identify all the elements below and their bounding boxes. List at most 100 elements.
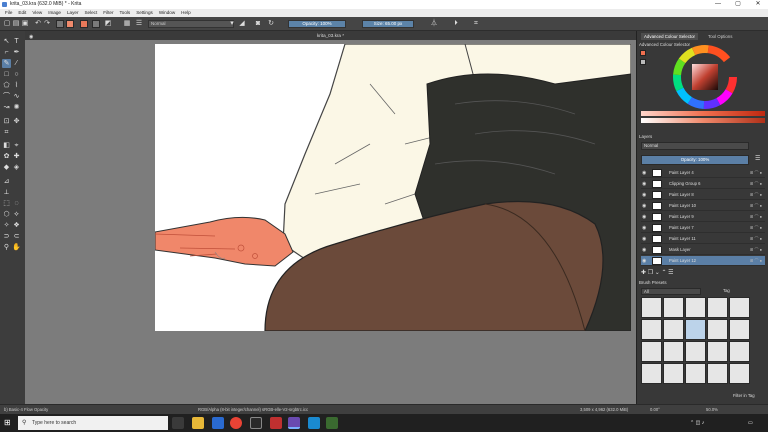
line-tool-icon[interactable]: ⁄ [12, 59, 21, 68]
foreground-color-swatch[interactable] [80, 20, 88, 28]
brush-preset-tile[interactable] [685, 341, 706, 362]
brush-preset-tile[interactable] [729, 319, 750, 340]
freehand-select-tool-icon[interactable]: ⟡ [12, 210, 21, 219]
menu-help[interactable]: Help [178, 9, 193, 17]
layer-row[interactable]: ◉ Paint Layer 11 ⊞ ⌒ ● [641, 234, 765, 244]
add-layer-icon[interactable]: ✚ [641, 270, 646, 276]
layer-properties-icon[interactable]: ☰ [668, 270, 673, 276]
menu-filter[interactable]: Filter [100, 9, 116, 17]
menu-layer[interactable]: Layer [64, 9, 82, 17]
menu-edit[interactable]: Edit [15, 9, 29, 17]
layer-flags-icon[interactable]: ⊞ ⌒ ● [750, 245, 762, 255]
color-picker-tool-icon[interactable]: ⌖ [12, 141, 21, 150]
layer-row[interactable]: ◉ Paint Layer 10 ⊞ ⌒ ● [641, 201, 765, 211]
layer-row[interactable]: ◉ Paint Layer 4 ⊞ ⌒ ● [641, 168, 765, 178]
layer-row[interactable]: ◉ Paint Layer 7 ⊞ ⌒ ● [641, 223, 765, 233]
layer-blend-mode-dropdown[interactable]: Normal [641, 142, 749, 150]
text-tool-icon[interactable]: T [12, 37, 21, 46]
brush-preset-tile[interactable] [663, 341, 684, 362]
menu-select[interactable]: Select [81, 9, 100, 17]
rect-select-tool-icon[interactable]: ⬚ [2, 199, 11, 208]
menu-image[interactable]: Image [45, 9, 64, 17]
layer-options-icon[interactable]: ☰ [755, 155, 760, 162]
brush-preset-tile[interactable] [707, 297, 728, 318]
new-document-icon[interactable]: ▢ [3, 20, 11, 28]
crop-tool-icon[interactable]: ⌗ [2, 128, 11, 137]
layer-row[interactable]: ◉ Paint Layer 9 ⊞ ⌒ ● [641, 212, 765, 222]
eye-icon[interactable]: ◉ [642, 201, 646, 211]
tab-tool-options[interactable]: Tool Options [705, 33, 735, 40]
brush-preset-tile[interactable] [729, 363, 750, 384]
app-red-icon[interactable] [270, 417, 282, 429]
contiguous-select-tool-icon[interactable]: ✧ [2, 221, 11, 230]
layer-flags-icon[interactable]: ⊞ ⌒ ● [750, 234, 762, 244]
ellipse-tool-icon[interactable]: ○ [12, 70, 21, 79]
layer-row[interactable]: ◉ Paint Layer 8 ⊞ ⌒ ● [641, 190, 765, 200]
brush-preset-tile[interactable] [729, 297, 750, 318]
freehand-path-tool-icon[interactable]: ∿ [12, 92, 21, 101]
menu-view[interactable]: View [29, 9, 45, 17]
menu-window[interactable]: Window [156, 9, 178, 17]
brush-preset-tile[interactable] [641, 297, 662, 318]
swap-colors-icon[interactable]: ◩ [104, 20, 112, 28]
eye-icon[interactable]: ◉ [642, 234, 646, 244]
brush-preset-tile[interactable] [685, 297, 706, 318]
select-shapes-tool-icon[interactable]: ↖ [2, 37, 11, 46]
eye-icon[interactable]: ◉ [642, 212, 646, 222]
pan-tool-icon[interactable]: ✋ [12, 243, 21, 252]
move-layer-up-icon[interactable]: ⌃ [661, 270, 666, 276]
colour-history-swatch[interactable] [640, 59, 646, 65]
undo-icon[interactable]: ↶ [34, 20, 42, 28]
brush-preset-tile[interactable] [641, 341, 662, 362]
layer-row-selected[interactable]: ◉ Paint Layer 12 ⊞ ⌒ ● [641, 256, 765, 266]
app-green-icon[interactable] [326, 417, 338, 429]
colour-slider-2[interactable] [641, 118, 765, 123]
notifications-icon[interactable]: ▭ [748, 417, 753, 429]
menu-settings[interactable]: Settings [133, 9, 156, 17]
brush-preset-tile[interactable] [729, 341, 750, 362]
document-tab[interactable]: ◉ krita_03.kra * [25, 31, 636, 40]
windows-start-icon[interactable]: ⊞ [4, 418, 11, 428]
blend-mode-dropdown[interactable]: Normal [148, 20, 234, 28]
tab-advanced-colour-selector[interactable]: Advanced Colour Selector [641, 33, 699, 40]
layer-opacity-slider[interactable]: Opacity: 100% [641, 155, 749, 165]
eye-icon[interactable]: ◉ [642, 256, 646, 266]
wrap-around-icon[interactable]: ⌗ [472, 20, 480, 28]
chrome-icon[interactable] [230, 417, 242, 429]
reload-preset-icon[interactable]: ↻ [267, 20, 275, 28]
brush-preset-tile[interactable] [641, 363, 662, 384]
brush-preset-tile[interactable] [707, 363, 728, 384]
brush-editor-icon[interactable]: ☰ [135, 20, 143, 28]
eye-icon[interactable]: ◉ [642, 168, 646, 178]
rectangle-tool-icon[interactable]: □ [2, 70, 11, 79]
polygon-select-tool-icon[interactable]: ⬡ [2, 210, 11, 219]
file-explorer-icon[interactable] [192, 417, 204, 429]
gradient-tool-icon[interactable]: ◧ [2, 141, 11, 150]
system-tray-icons[interactable]: ⌃ ◫ ♪ [690, 417, 704, 429]
colour-slider-1[interactable] [641, 111, 765, 116]
krita-taskbar-icon[interactable] [288, 417, 300, 429]
preserve-alpha-icon[interactable]: ◙ [254, 20, 262, 28]
enclose-fill-tool-icon[interactable]: ◈ [12, 163, 21, 172]
gradient-selector[interactable] [56, 20, 64, 28]
artwork-canvas[interactable] [155, 44, 631, 331]
colour-wheel[interactable] [673, 45, 737, 109]
close-button[interactable]: ✕ [748, 0, 768, 9]
dynamic-brush-tool-icon[interactable]: ↝ [2, 103, 11, 112]
smart-patch-tool-icon[interactable]: ✚ [12, 152, 21, 161]
magnetic-select-tool-icon[interactable]: ⊂ [12, 232, 21, 241]
brush-tag-filter-dropdown[interactable]: All [641, 288, 701, 295]
brush-preset-tile-selected[interactable] [685, 319, 706, 340]
brush-preset-tile[interactable] [663, 363, 684, 384]
layer-flags-icon[interactable]: ⊞ ⌒ ● [750, 256, 762, 266]
duplicate-layer-icon[interactable]: ❐ [648, 270, 653, 276]
brush-preset-tile[interactable] [707, 319, 728, 340]
eye-icon[interactable]: ◉ [642, 179, 646, 189]
app-blue-icon[interactable] [308, 417, 320, 429]
freehand-brush-tool-icon[interactable]: ✎ [2, 59, 11, 68]
ellipse-select-tool-icon[interactable]: ◌ [12, 199, 21, 208]
opacity-slider[interactable]: Opacity: 100% [288, 20, 346, 28]
redo-icon[interactable]: ↷ [43, 20, 51, 28]
fill-tool-icon[interactable]: ◆ [2, 163, 11, 172]
assistant-tool-icon[interactable]: ⊿ [2, 177, 11, 186]
